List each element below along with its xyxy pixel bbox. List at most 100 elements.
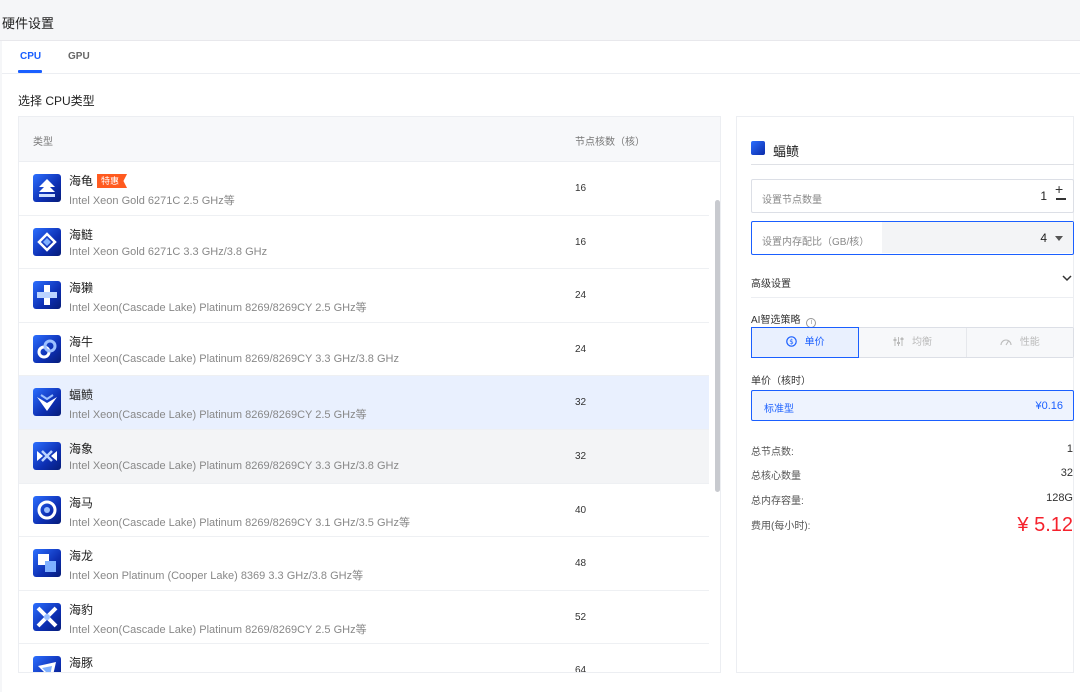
manta-icon	[751, 141, 765, 155]
price-tier-name: 标准型	[764, 404, 794, 415]
table-row[interactable]: 海龙 Intel Xeon Platinum (Cooper Lake) 8369…	[19, 537, 709, 591]
table-row[interactable]: 海龟 特惠 Intel Xeon Gold 6271C 2.5 GHz等 16	[19, 162, 709, 216]
memory-ratio-field[interactable]: 设置内存配比（GB/核） 4	[751, 221, 1074, 255]
node-count-value[interactable]: 1	[1040, 189, 1047, 203]
total-nodes-value: 1	[1066, 443, 1073, 455]
cpu-type-description: Intel Xeon Gold 6271C 3.3 GHz/3.8 GHz	[69, 245, 268, 258]
node-core-count: 48	[575, 558, 587, 570]
hourly-cost-value: ¥ 5.12	[1017, 514, 1073, 536]
node-core-count: 16	[575, 236, 587, 248]
tab-gpu[interactable]: GPU	[68, 51, 90, 62]
seahorse-icon	[33, 495, 61, 524]
tab-active-indicator	[18, 70, 42, 73]
minus-icon[interactable]	[1056, 198, 1066, 200]
cpu-type-name: 海豹	[69, 601, 93, 618]
cpu-type-description: Intel Xeon(Cascade Lake) Platinum 8269/8…	[69, 623, 367, 636]
tarpon-icon	[33, 227, 61, 256]
memory-ratio-label: 设置内存配比（GB/核）	[762, 237, 870, 248]
page-header: 硬件设置	[0, 0, 1080, 41]
table-row[interactable]: 海獭 Intel Xeon(Cascade Lake) Platinum 8269…	[19, 269, 709, 323]
memory-ratio-select[interactable]: 4	[882, 222, 1073, 253]
column-header-cores: 节点核数（核）	[575, 137, 645, 148]
total-cores-label: 总核心数量	[751, 471, 801, 482]
strategy-label-text: AI智选策略	[751, 315, 801, 326]
cpu-type-name-text: 海豹	[69, 602, 94, 617]
cpu-type-name: 海獭	[69, 279, 93, 296]
total-cores-value: 32	[1060, 467, 1073, 479]
chevron-down-icon[interactable]	[1062, 273, 1072, 283]
total-memory-value: 128G	[1046, 492, 1073, 504]
advanced-settings-label: 高级设置	[751, 279, 791, 290]
cpu-type-description: Intel Xeon Platinum (Cooper Lake) 8369 3…	[69, 570, 364, 583]
turtle-icon	[33, 174, 61, 202]
cpu-type-name: 蝠鲼	[69, 386, 93, 403]
cpu-type-name: 海马	[69, 494, 93, 511]
table-scrollbar[interactable]	[712, 162, 720, 672]
tab-bar: CPU GPU	[2, 41, 1080, 74]
strategy-selector: $ 单价 均衡 性能	[751, 327, 1074, 358]
total-nodes-label: 总节点数:	[751, 447, 794, 458]
scrollbar-thumb[interactable]	[715, 200, 720, 492]
hourly-cost-label: 费用(每小时):	[751, 521, 811, 532]
caret-down-icon[interactable]	[1055, 236, 1063, 241]
cpu-type-table: 类型 节点核数（核） 海龟 特惠 Intel Xeon Gold 6271C 2.5…	[18, 116, 721, 673]
strategy-option-label: 性能	[1019, 337, 1040, 348]
otter-icon	[33, 281, 61, 310]
memory-ratio-value: 4	[1040, 231, 1047, 245]
total-memory-label: 总内存容量:	[751, 496, 804, 507]
node-count-stepper[interactable]: +	[1055, 182, 1067, 211]
cpu-type-name: 海象	[69, 440, 93, 457]
node-core-count: 16	[575, 183, 587, 194]
dollar-circle-icon: $	[785, 336, 797, 347]
tab-cpu[interactable]: CPU	[20, 51, 41, 62]
table-body: 海龟 特惠 Intel Xeon Gold 6271C 2.5 GHz等 16 海鲢 In…	[19, 162, 709, 672]
node-core-count: 32	[575, 397, 587, 409]
panel-title: 蝠鲼	[773, 144, 800, 159]
cpu-type-name-text: 海象	[69, 441, 94, 456]
cpu-type-name-text: 蝠鲼	[69, 388, 94, 403]
table-row[interactable]: 海鲢 Intel Xeon Gold 6271C 3.3 GHz/3.8 GHz 1…	[19, 216, 709, 270]
table-row[interactable]: 海豚 64	[19, 644, 709, 672]
node-core-count: 24	[575, 343, 587, 355]
table-row[interactable]: 蝠鲼 Intel Xeon(Cascade Lake) Platinum 8269…	[19, 376, 709, 430]
dolphin-icon	[33, 656, 61, 672]
gauge-icon	[1000, 339, 1012, 346]
sliders-icon	[893, 337, 904, 346]
seadragon-icon	[33, 549, 61, 578]
cpu-type-name-text: 海龟	[69, 174, 94, 188]
strategy-option-price[interactable]: $ 单价	[751, 327, 860, 358]
manta-icon	[33, 388, 61, 417]
table-row[interactable]: 海马 Intel Xeon(Cascade Lake) Platinum 8269…	[19, 484, 709, 538]
node-core-count: 32	[575, 450, 587, 462]
strategy-option-performance[interactable]: 性能	[966, 328, 1073, 357]
cpu-type-name: 海牛	[69, 333, 93, 350]
cpu-type-name-text: 海鲢	[69, 227, 94, 242]
discount-badge: 特惠	[97, 174, 128, 188]
cpu-type-name-text: 海马	[69, 495, 94, 510]
panel-header: 蝠鲼	[751, 131, 1074, 165]
plus-icon[interactable]: +	[1055, 182, 1063, 196]
table-header: 类型 节点核数（核）	[19, 117, 720, 162]
cpu-type-name-text: 海龙	[69, 549, 94, 564]
cpu-type-name-text: 海牛	[69, 334, 94, 349]
table-row[interactable]: 海象 Intel Xeon(Cascade Lake) Platinum 8269…	[19, 429, 709, 484]
seal-icon	[33, 602, 61, 631]
node-core-count: 40	[575, 504, 587, 516]
cpu-type-name: 海豚	[69, 654, 93, 671]
section-title: 选择 CPU类型	[18, 94, 95, 108]
node-count-field: 设置节点数量 1 +	[751, 179, 1074, 213]
unit-price-label: 单价（核时）	[751, 376, 811, 387]
svg-text:$: $	[789, 338, 793, 346]
cpu-type-description: Intel Xeon(Cascade Lake) Platinum 8269/8…	[69, 409, 367, 422]
table-row[interactable]: 海豹 Intel Xeon(Cascade Lake) Platinum 8269…	[19, 591, 709, 645]
cpu-type-name-text: 海豚	[69, 656, 94, 671]
cpu-type-description: Intel Xeon Gold 6271C 2.5 GHz等	[69, 195, 235, 207]
manatee-icon	[33, 334, 61, 363]
strategy-option-balanced[interactable]: 均衡	[859, 328, 967, 357]
cpu-type-name: 海鲢	[69, 226, 93, 243]
table-row[interactable]: 海牛 Intel Xeon(Cascade Lake) Platinum 8269…	[19, 323, 709, 377]
cpu-type-name-text: 海獭	[69, 281, 94, 296]
advanced-settings-toggle[interactable]: 高级设置	[751, 264, 1074, 298]
unit-price-option[interactable]: 标准型 ¥0.16	[751, 390, 1074, 421]
cpu-type-description: Intel Xeon(Cascade Lake) Platinum 8269/8…	[69, 302, 367, 315]
